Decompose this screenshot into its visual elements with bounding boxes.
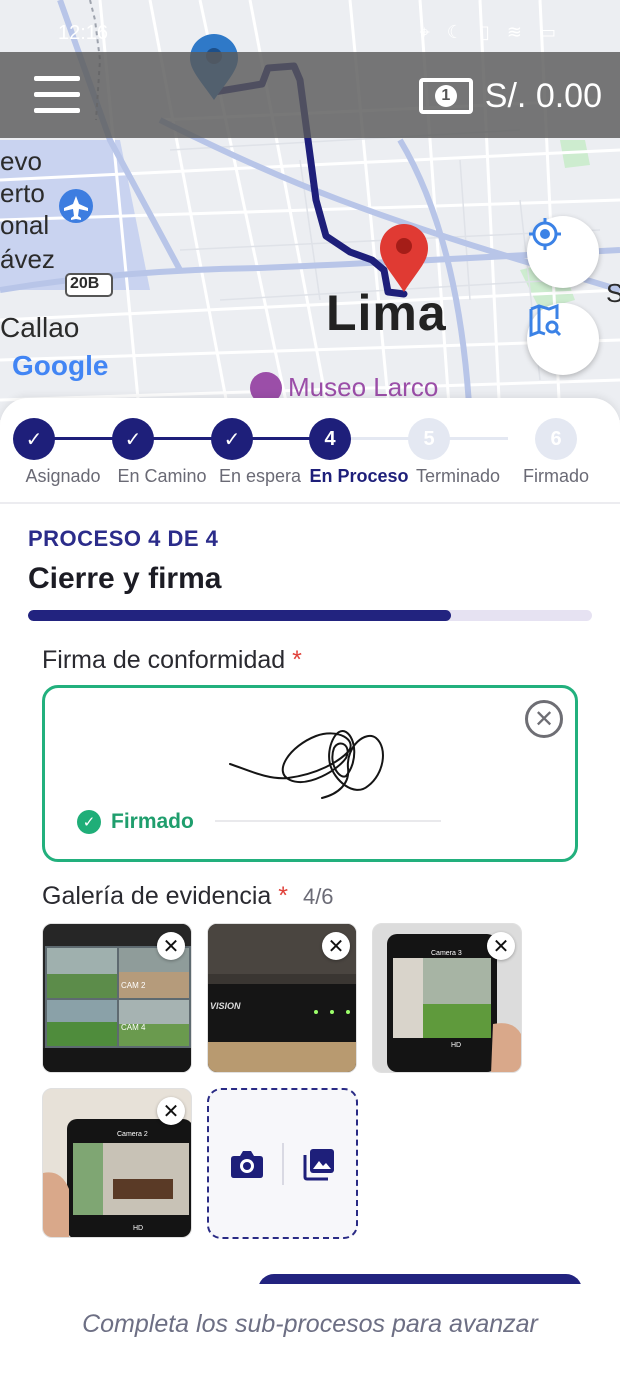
footer-hint: Completa los sub-procesos para avanzar bbox=[82, 1310, 538, 1338]
step-4-dot[interactable]: 4 bbox=[309, 418, 351, 460]
close-icon: ✕ bbox=[162, 935, 180, 958]
camera-app-title: Camera 2 bbox=[117, 1131, 148, 1138]
step-6-dot[interactable]: 6 bbox=[535, 418, 577, 460]
check-circle-icon: ✓ bbox=[77, 810, 101, 834]
step-2-label: En Camino bbox=[117, 466, 207, 486]
add-evidence-box bbox=[207, 1088, 358, 1239]
step-2-dot[interactable]: ✓ bbox=[112, 418, 154, 460]
status-icons: ⌖ ☾ ▯ ≋ ▭ bbox=[420, 22, 562, 43]
check-icon: ✓ bbox=[25, 428, 43, 451]
google-logo: Google bbox=[12, 350, 108, 382]
clear-signature-button[interactable]: ✕ bbox=[525, 700, 563, 738]
remove-image-button[interactable]: ✕ bbox=[157, 932, 185, 960]
gallery-label-text: Galería de evidencia bbox=[42, 882, 272, 910]
signature-label-text: Firma de conformidad bbox=[42, 646, 286, 674]
gallery-label: Galería de evidencia * 4/6 bbox=[42, 882, 334, 911]
stepper-line-done bbox=[36, 437, 330, 440]
status-bar: 12:16 ⌖ ☾ ▯ ≋ ▭ bbox=[0, 0, 620, 52]
gallery-picker-button[interactable] bbox=[302, 1147, 336, 1181]
location-icon: ⌖ bbox=[419, 22, 436, 42]
city-label: Lima bbox=[326, 285, 447, 341]
map-label: onal bbox=[0, 210, 50, 240]
signed-status: ✓ Firmado bbox=[77, 810, 194, 834]
remove-image-button[interactable]: ✕ bbox=[487, 932, 515, 960]
banknote-digit: 1 bbox=[434, 85, 457, 107]
camera-app-quality: HD bbox=[133, 1225, 144, 1232]
hamburger-icon bbox=[34, 76, 80, 81]
status-time: 12:16 bbox=[58, 22, 109, 44]
step-1-label: Asignado bbox=[25, 466, 101, 486]
cam-caption: CAM 4 bbox=[121, 1023, 146, 1032]
banknote-icon: 1 bbox=[418, 78, 473, 114]
hamburger-icon-line bbox=[34, 108, 80, 113]
app-screen: evo erto onal ávez 20B Callao Lima Museo… bbox=[0, 0, 620, 1384]
gallery-image-3[interactable]: Camera 3 HD ✕ bbox=[372, 923, 522, 1073]
close-icon: ✕ bbox=[327, 935, 345, 958]
process-progress-bar bbox=[28, 610, 592, 621]
hamburger-icon-line bbox=[34, 92, 80, 97]
signature-drawing bbox=[229, 730, 384, 799]
gallery-count: 4/6 bbox=[302, 884, 334, 909]
map-label: ávez bbox=[0, 244, 55, 274]
moon-icon: ☾ bbox=[446, 22, 469, 42]
process-title: Cierre y firma bbox=[28, 562, 222, 595]
google-logo-text: Google bbox=[12, 350, 109, 381]
step-3-dot[interactable]: ✓ bbox=[211, 418, 253, 460]
map-label: evo bbox=[0, 146, 42, 176]
gallery-image-2[interactable]: VISION ✕ bbox=[207, 923, 357, 1073]
gallery-image-4[interactable]: Camera 2 HD ✕ bbox=[42, 1088, 192, 1238]
signature-label: Firma de conformidad * bbox=[42, 646, 302, 675]
photo-library-icon bbox=[303, 1148, 334, 1180]
road-shield: 20B bbox=[70, 275, 100, 292]
map-search-icon bbox=[529, 303, 562, 338]
step-5-label: Terminado bbox=[415, 466, 501, 486]
map-label: erto bbox=[0, 178, 45, 208]
process-sheet: ✓ ✓ ✓ 4 5 6 Asignado En Camino En espera… bbox=[0, 398, 620, 1384]
camera-app-title: Camera 3 bbox=[431, 950, 462, 957]
wifi-icon: ≋ bbox=[506, 22, 528, 42]
step-4-label: En Proceso bbox=[309, 466, 409, 486]
menu-button[interactable] bbox=[34, 76, 80, 114]
signed-status-text: Firmado bbox=[111, 810, 194, 833]
battery-icon: ▭ bbox=[538, 22, 562, 42]
required-mark: * bbox=[278, 882, 288, 910]
balance-amount: S/. 0.00 bbox=[484, 76, 602, 115]
top-app-bar: 1 S/. 0.00 bbox=[0, 52, 620, 138]
check-icon: ✓ bbox=[124, 428, 142, 451]
map-search-button[interactable] bbox=[527, 303, 599, 375]
step-3-label: En espera bbox=[218, 466, 302, 486]
crosshair-icon bbox=[529, 218, 561, 250]
check-icon: ✓ bbox=[223, 428, 241, 451]
footer-bar: Completa los sub-procesos para avanzar bbox=[0, 1284, 620, 1384]
step-1-dot[interactable]: ✓ bbox=[13, 418, 55, 460]
map-view[interactable]: evo erto onal ávez 20B Callao Lima Museo… bbox=[0, 0, 620, 420]
camera-button[interactable] bbox=[230, 1147, 264, 1181]
signature-pad[interactable]: ✕ ✓ Firmado bbox=[42, 685, 578, 862]
remove-image-button[interactable]: ✕ bbox=[157, 1097, 185, 1125]
cam-caption: CAM 2 bbox=[121, 981, 146, 990]
required-mark: * bbox=[292, 646, 302, 674]
progress-stepper: ✓ ✓ ✓ 4 5 6 Asignado En Camino En espera… bbox=[0, 418, 620, 508]
step-6-label: Firmado bbox=[522, 466, 590, 486]
process-progress-fill bbox=[28, 610, 451, 621]
my-location-button[interactable] bbox=[527, 216, 599, 288]
vibrate-icon: ▯ bbox=[479, 22, 496, 42]
balance-display: 1 S/. 0.00 bbox=[418, 74, 602, 118]
camera-icon bbox=[230, 1150, 263, 1178]
map-label: S bbox=[606, 278, 620, 308]
remove-image-button[interactable]: ✕ bbox=[322, 932, 350, 960]
device-brand: VISION bbox=[210, 1001, 241, 1011]
signature-baseline bbox=[215, 820, 441, 822]
step-5-dot[interactable]: 5 bbox=[408, 418, 450, 460]
close-icon: ✕ bbox=[533, 705, 555, 733]
gallery-image-1[interactable]: CAM 2 CAM 4 ✕ bbox=[42, 923, 192, 1073]
camera-app-quality: HD bbox=[451, 1042, 462, 1049]
stepper-divider bbox=[0, 502, 620, 504]
close-icon: ✕ bbox=[162, 1100, 180, 1123]
close-icon: ✕ bbox=[492, 935, 510, 958]
add-separator bbox=[281, 1142, 284, 1185]
district-label: Callao bbox=[0, 312, 80, 343]
process-kicker: PROCESO 4 DE 4 bbox=[28, 526, 219, 551]
